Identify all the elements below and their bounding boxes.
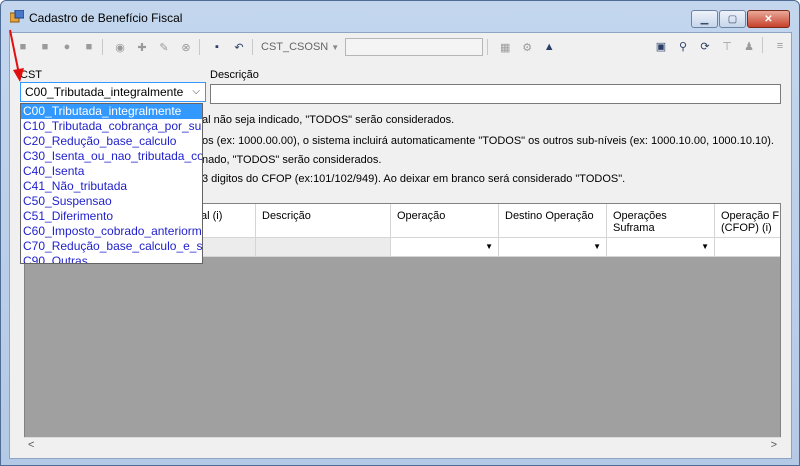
cell-destino-operacao[interactable]: ▼ <box>499 238 607 257</box>
scroll-left-icon[interactable]: < <box>28 439 34 451</box>
cst-label: CST <box>20 69 42 81</box>
dropdown-option[interactable]: C70_Redução_base_calculo_e_s <box>21 239 202 254</box>
dropdown-option[interactable]: C90_Outras <box>21 254 202 263</box>
col-header-descricao[interactable]: Descrição <box>256 204 391 238</box>
minimize-button[interactable]: ▁ <box>691 10 718 28</box>
col-header-operacoes-suframa[interactable]: Operações Suframa <box>607 204 715 238</box>
descricao-input[interactable] <box>210 84 781 104</box>
tools-icon[interactable]: ⚙ <box>518 38 536 56</box>
cell-operacao[interactable]: ▼ <box>391 238 499 257</box>
user-icon[interactable]: ♟ <box>740 37 758 55</box>
window-title: Cadastro de Benefício Fiscal <box>29 11 183 25</box>
dropdown-option[interactable]: C10_Tributada_cobrança_por_su <box>21 119 202 134</box>
dropdown-option[interactable]: C30_Isenta_ou_nao_tributada_co <box>21 149 202 164</box>
col-header-ncm[interactable]: al (i) <box>195 204 256 238</box>
info-line-2: os (ex: 1000.00.00), o sistema incluirá … <box>202 135 774 147</box>
dropdown-option[interactable]: C40_Isenta <box>21 164 202 179</box>
col-header-operacao-cfop[interactable]: Operação F (CFOP) (i) <box>715 204 780 238</box>
horizontal-scrollbar[interactable]: < > <box>24 437 781 454</box>
search-icon[interactable]: ⚲ <box>674 37 692 55</box>
scroll-right-icon[interactable]: > <box>771 439 777 451</box>
title-bar[interactable]: Cadastro de Benefício Fiscal ▁ ▢ ✕ <box>1 1 799 31</box>
cell-ncm[interactable] <box>195 238 256 257</box>
info-line-4: 3 digitos do CFOP (ex:101/102/949). Ao d… <box>202 173 626 185</box>
cell-operacoes-suframa[interactable]: ▼ <box>607 238 715 257</box>
chevron-down-icon[interactable]: ▼ <box>701 242 709 251</box>
toolbar-separator <box>252 39 253 55</box>
dropdown-option[interactable]: C51_Diferimento <box>21 209 202 224</box>
cst-csosn-field[interactable] <box>345 38 484 56</box>
toolbar-separator <box>762 37 763 53</box>
edit-pencil-icon[interactable]: ✎ <box>155 38 173 56</box>
info-line-3: nado, "TODOS" serão considerados. <box>202 154 382 166</box>
dropdown-option[interactable]: C00_Tributada_integralmente <box>21 104 202 119</box>
edit-icon[interactable]: ■ <box>36 38 54 56</box>
col-header-destino-operacao[interactable]: Destino Operação <box>499 204 607 238</box>
cst-csosn-label: CST_CSOSN <box>261 41 329 53</box>
descricao-label: Descrição <box>210 69 259 81</box>
chevron-down-icon[interactable]: ⌵ <box>192 86 200 97</box>
toolbar-separator <box>102 39 103 55</box>
cst-combobox-value: C00_Tributada_integralmente <box>25 85 184 99</box>
record-icon[interactable]: ◉ <box>111 38 129 56</box>
chevron-down-icon[interactable]: ▼ <box>331 43 339 52</box>
dropdown-option[interactable]: C20_Redução_base_calculo <box>21 134 202 149</box>
filter-icon[interactable]: ⊤ <box>718 37 736 55</box>
chevron-down-icon[interactable]: ▼ <box>593 242 601 251</box>
cell-operacao-cfop[interactable] <box>715 238 780 257</box>
col-header-operacao[interactable]: Operação <box>391 204 499 238</box>
refresh-icon[interactable]: ⟳ <box>696 37 714 55</box>
dropdown-option[interactable]: C50_Suspensao <box>21 194 202 209</box>
window-icon[interactable]: ▣ <box>652 37 670 55</box>
close-button[interactable]: ✕ <box>747 10 790 28</box>
cst-combobox[interactable]: C00_Tributada_integralmente ⌵ <box>20 82 206 102</box>
menu-icon[interactable]: ≡ <box>771 37 789 55</box>
cell-descricao[interactable] <box>256 238 391 257</box>
add-icon[interactable]: ✚ <box>133 38 151 56</box>
delete-icon[interactable]: ⊗ <box>177 38 195 56</box>
dropdown-option[interactable]: C60_Imposto_cobrado_anteriorm <box>21 224 202 239</box>
grid-icon[interactable]: ▦ <box>496 38 514 56</box>
disabled-icon[interactable]: ■ <box>80 38 98 56</box>
scrollbar-thumb[interactable] <box>42 441 762 451</box>
dropdown-option[interactable]: C41_Não_tributada <box>21 179 202 194</box>
print-icon[interactable]: ● <box>58 38 76 56</box>
undo-icon[interactable]: ↶ <box>230 38 248 56</box>
import-icon[interactable]: ▲ <box>540 38 558 56</box>
save-icon[interactable]: ▪ <box>208 38 226 56</box>
new-icon[interactable]: ■ <box>14 38 32 56</box>
chevron-down-icon[interactable]: ▼ <box>485 242 493 251</box>
app-icon <box>10 10 24 23</box>
toolbar: ■ ■ ● ■ ◉ ✚ ✎ ⊗ ▪ ↶ CST_CSOSN ▼ ▦ ⚙ ▲ ▣ … <box>10 35 791 59</box>
info-line-1: al não seja indicado, "TODOS" serão cons… <box>202 114 455 126</box>
cst-dropdown-list[interactable]: C00_Tributada_integralmente C10_Tributad… <box>20 103 203 264</box>
maximize-button[interactable]: ▢ <box>719 10 746 28</box>
toolbar-separator <box>199 39 200 55</box>
toolbar-separator <box>487 39 489 55</box>
